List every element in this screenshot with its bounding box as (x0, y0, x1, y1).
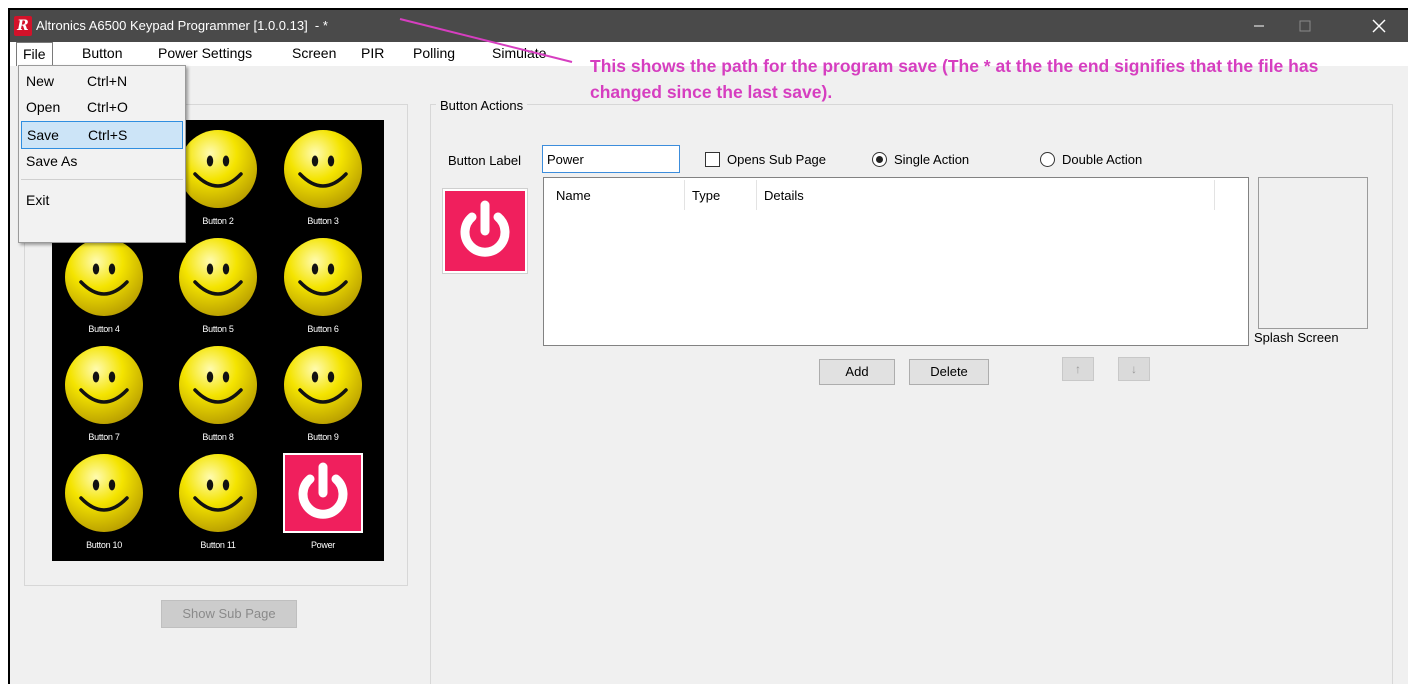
annotation-callout: This shows the path for the program save… (590, 56, 1319, 102)
